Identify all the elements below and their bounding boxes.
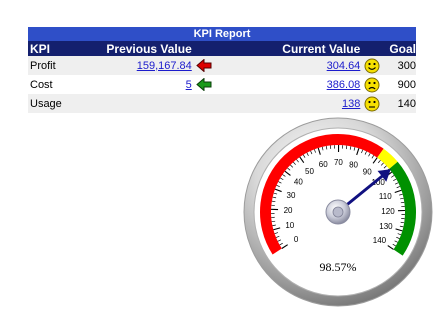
kpi-gauge: 0 10 20 30 40 50 60 70 80 90 100 110 120 130 140 98.57… [242, 116, 434, 308]
gauge-svg: 0102030405060 70 8090100110120130140 98.57… [243, 117, 433, 307]
red-arrow-left-icon [196, 58, 212, 73]
kpi-name: Usage [28, 94, 84, 113]
kpi-header-row: KPI Previous Value Current Value Goal [28, 41, 416, 56]
kpi-report-table: KPI Report KPI Previous Value Current Va… [28, 27, 416, 113]
previous-value-cell [83, 94, 194, 113]
neutral-smiley-icon [364, 96, 380, 112]
gauge-tick-label: 70 [334, 158, 343, 167]
previous-value-link[interactable]: 159,167.84 [137, 60, 192, 72]
goal-value: 300 [387, 56, 416, 75]
gauge-minor-tick [271, 220, 276, 223]
current-value-cell: 386.08 [222, 75, 363, 94]
table-row: Usage 138 140 [28, 94, 416, 113]
gauge-tick-label: 80 [349, 160, 358, 169]
current-value-link[interactable]: 138 [342, 98, 360, 110]
current-value-link[interactable]: 386.08 [327, 79, 361, 91]
kpi-name: Cost [28, 75, 84, 94]
gauge-tick-label: 0 [294, 235, 299, 244]
gauge-tick-label: 30 [287, 191, 296, 200]
gauge-tick-label: 10 [285, 221, 294, 230]
kpi-column-header: KPI [28, 41, 84, 56]
goal-column-header: Goal [387, 41, 416, 56]
kpi-report-title-row: KPI Report [28, 27, 416, 41]
gauge-tick-label: 50 [305, 167, 314, 176]
green-arrow-left-icon [196, 77, 212, 92]
previous-value-cell: 5 [83, 75, 194, 94]
gauge-readout: 98.57% [320, 260, 357, 274]
sad-smiley-icon [364, 77, 380, 93]
current-status-cell [362, 56, 388, 75]
current-value-link[interactable]: 304.64 [327, 60, 361, 72]
previous-value-column-header: Previous Value [83, 41, 194, 56]
previous-trend-cell [193, 56, 223, 75]
happy-smiley-icon [364, 58, 380, 74]
previous-trend-column-header [193, 41, 223, 56]
current-value-column-header: Current Value [222, 41, 363, 56]
previous-value-link[interactable]: 5 [186, 79, 192, 91]
current-status-cell [362, 75, 388, 94]
gauge-tick-label: 20 [284, 206, 293, 215]
current-value-cell: 304.64 [222, 56, 363, 75]
gauge-tick-label: 140 [373, 236, 387, 245]
gauge-tick-label: 120 [381, 207, 395, 216]
kpi-report-title: KPI Report [28, 27, 416, 41]
table-row: Profit 159,167.84 304.64 300 [28, 56, 416, 75]
gauge-hub-center [332, 206, 344, 218]
previous-trend-cell [193, 94, 223, 113]
kpi-name: Profit [28, 56, 84, 75]
gauge-tick-label: 130 [379, 222, 393, 231]
current-value-cell: 138 [222, 94, 363, 113]
goal-value: 900 [387, 75, 416, 94]
gauge-tick-label: 60 [319, 160, 328, 169]
gauge-tick-label: 40 [294, 178, 303, 187]
previous-value-cell: 159,167.84 [83, 56, 194, 75]
gauge-tick-label: 90 [363, 167, 372, 176]
table-row: Cost 5 386.08 900 [28, 75, 416, 94]
current-status-column-header [362, 41, 388, 56]
gauge-tick-label: 110 [379, 192, 392, 201]
goal-value: 140 [387, 94, 416, 113]
current-status-cell [362, 94, 388, 113]
previous-trend-cell [193, 75, 223, 94]
